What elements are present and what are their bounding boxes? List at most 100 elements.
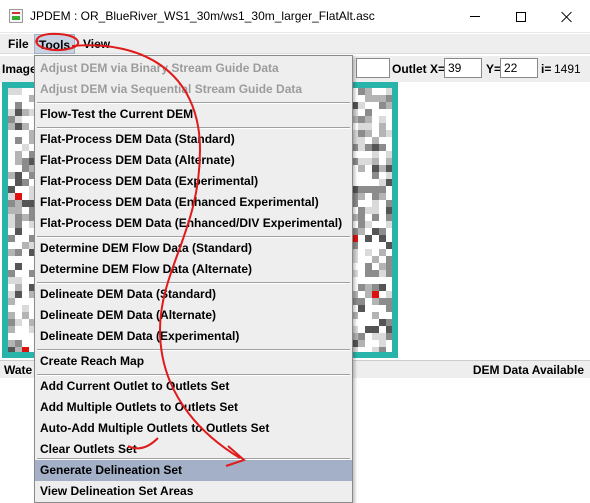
outlet-y-input[interactable]: 22 — [500, 58, 538, 78]
menu-item-delineate-experimental[interactable]: Delineate DEM Data (Experimental) — [35, 326, 352, 347]
dem-cell — [22, 179, 29, 186]
dem-cell — [8, 186, 15, 193]
menu-item-add-multiple-outlets[interactable]: Add Multiple Outlets to Outlets Set — [35, 397, 352, 418]
dem-cell — [386, 207, 392, 214]
dem-cell — [379, 123, 386, 130]
dem-cell — [386, 221, 392, 228]
dem-cell — [379, 319, 386, 326]
menu-item-auto-add-outlets[interactable]: Auto-Add Multiple Outlets to Outlets Set — [35, 418, 352, 439]
dem-cell — [372, 270, 379, 277]
menu-item-flat-enhanced-div[interactable]: Flat-Process DEM Data (Enhanced/DIV Expe… — [35, 213, 352, 234]
dem-cell — [365, 235, 372, 242]
dem-cell — [365, 221, 372, 228]
menu-tools-label: Tools — [39, 38, 71, 52]
close-button[interactable] — [544, 0, 590, 33]
dem-cell — [358, 186, 365, 193]
menu-file[interactable]: File — [4, 34, 33, 54]
dem-cell — [386, 263, 392, 270]
menu-item-delineate-alternate[interactable]: Delineate DEM Data (Alternate) — [35, 305, 352, 326]
dem-cell — [8, 172, 15, 179]
menu-item-flow-alternate[interactable]: Determine DEM Flow Data (Alternate) — [35, 259, 352, 280]
dem-cell — [365, 270, 372, 277]
dem-cell — [365, 95, 372, 102]
dem-cell — [365, 123, 372, 130]
menu-item-generate-delineation-set[interactable]: Generate Delineation Set — [35, 460, 352, 481]
dem-cell — [22, 109, 29, 116]
dem-cell — [365, 158, 372, 165]
i-value: 1491 — [554, 62, 581, 76]
menu-item-flow-standard[interactable]: Determine DEM Flow Data (Standard) — [35, 238, 352, 259]
menu-view[interactable]: View — [79, 34, 114, 54]
dem-cell — [372, 158, 379, 165]
title-bar: JPDEM : OR_BlueRiver_WS1_30m/ws1_30m_lar… — [0, 0, 590, 33]
minimize-button[interactable] — [452, 0, 498, 33]
dem-cell — [365, 284, 372, 291]
dem-cell — [15, 200, 22, 207]
dem-cell — [8, 193, 15, 200]
dem-cell — [365, 249, 372, 256]
dem-cell — [22, 347, 29, 352]
dem-cell — [15, 116, 22, 123]
menu-item-flat-enhanced[interactable]: Flat-Process DEM Data (Enhanced Experime… — [35, 192, 352, 213]
dem-cell — [15, 319, 22, 326]
menu-item-flow-test[interactable]: Flow-Test the Current DEM — [35, 104, 352, 125]
dem-cell — [15, 249, 22, 256]
menu-item-flat-alternate[interactable]: Flat-Process DEM Data (Alternate) — [35, 150, 352, 171]
image-label: Image — [2, 62, 37, 76]
dem-cell — [386, 158, 392, 165]
menu-tools[interactable]: Tools — [34, 34, 76, 54]
dem-cell — [8, 123, 15, 130]
menu-item-delineate-standard[interactable]: Delineate DEM Data (Standard) — [35, 284, 352, 305]
dem-cell — [15, 109, 22, 116]
dem-cell — [365, 207, 372, 214]
dem-cell — [372, 326, 379, 333]
dem-cell — [22, 158, 29, 165]
menu-item-add-current-outlet[interactable]: Add Current Outlet to Outlets Set — [35, 376, 352, 397]
menu-item-flat-standard[interactable]: Flat-Process DEM Data (Standard) — [35, 129, 352, 150]
dem-cell — [379, 144, 386, 151]
dem-cell — [386, 200, 392, 207]
dem-cell — [372, 284, 379, 291]
dem-cell — [8, 249, 15, 256]
dem-cell — [358, 214, 365, 221]
dem-cell — [22, 200, 29, 207]
dem-cell — [358, 137, 365, 144]
dem-cell — [8, 347, 15, 352]
image-field[interactable] — [356, 58, 390, 78]
dem-cell — [8, 326, 15, 333]
dem-cell — [365, 291, 372, 298]
dem-cell — [365, 144, 372, 151]
maximize-button[interactable] — [498, 0, 544, 33]
outlet-x-input[interactable]: 39 — [444, 58, 482, 78]
dem-cell — [8, 277, 15, 284]
dem-cell — [386, 214, 392, 221]
dem-cell — [372, 214, 379, 221]
status-right-text: DEM Data Available — [472, 363, 584, 377]
dem-cell — [365, 116, 372, 123]
dem-cell — [358, 221, 365, 228]
dem-cell — [15, 172, 22, 179]
dem-cell — [386, 172, 392, 179]
dem-cell — [358, 144, 365, 151]
dem-cell — [372, 298, 379, 305]
menu-item-clear-outlets[interactable]: Clear Outlets Set — [35, 439, 352, 460]
menu-item-flat-experimental[interactable]: Flat-Process DEM Data (Experimental) — [35, 171, 352, 192]
menu-item-view-delineation-areas[interactable]: View Delineation Set Areas — [35, 481, 352, 502]
dem-cell — [372, 228, 379, 235]
dem-cell — [379, 270, 386, 277]
dem-cell — [8, 340, 15, 347]
menu-item-create-reach-map[interactable]: Create Reach Map — [35, 351, 352, 372]
dem-cell — [15, 284, 22, 291]
dem-cell — [379, 284, 386, 291]
menu-item-adjust-binary: Adjust DEM via Binary Stream Guide Data — [40, 61, 279, 75]
dem-cell — [358, 333, 365, 340]
dem-cell — [358, 123, 365, 130]
app-icon — [9, 9, 23, 23]
window-title: JPDEM : OR_BlueRiver_WS1_30m/ws1_30m_lar… — [30, 9, 375, 23]
dem-cell — [379, 193, 386, 200]
dem-cell — [365, 326, 372, 333]
dem-cell — [15, 214, 22, 221]
tools-menu-popup: Adjust DEM via Binary Stream Guide Data … — [34, 55, 353, 503]
dem-cell — [15, 88, 22, 95]
dem-cell — [15, 123, 22, 130]
